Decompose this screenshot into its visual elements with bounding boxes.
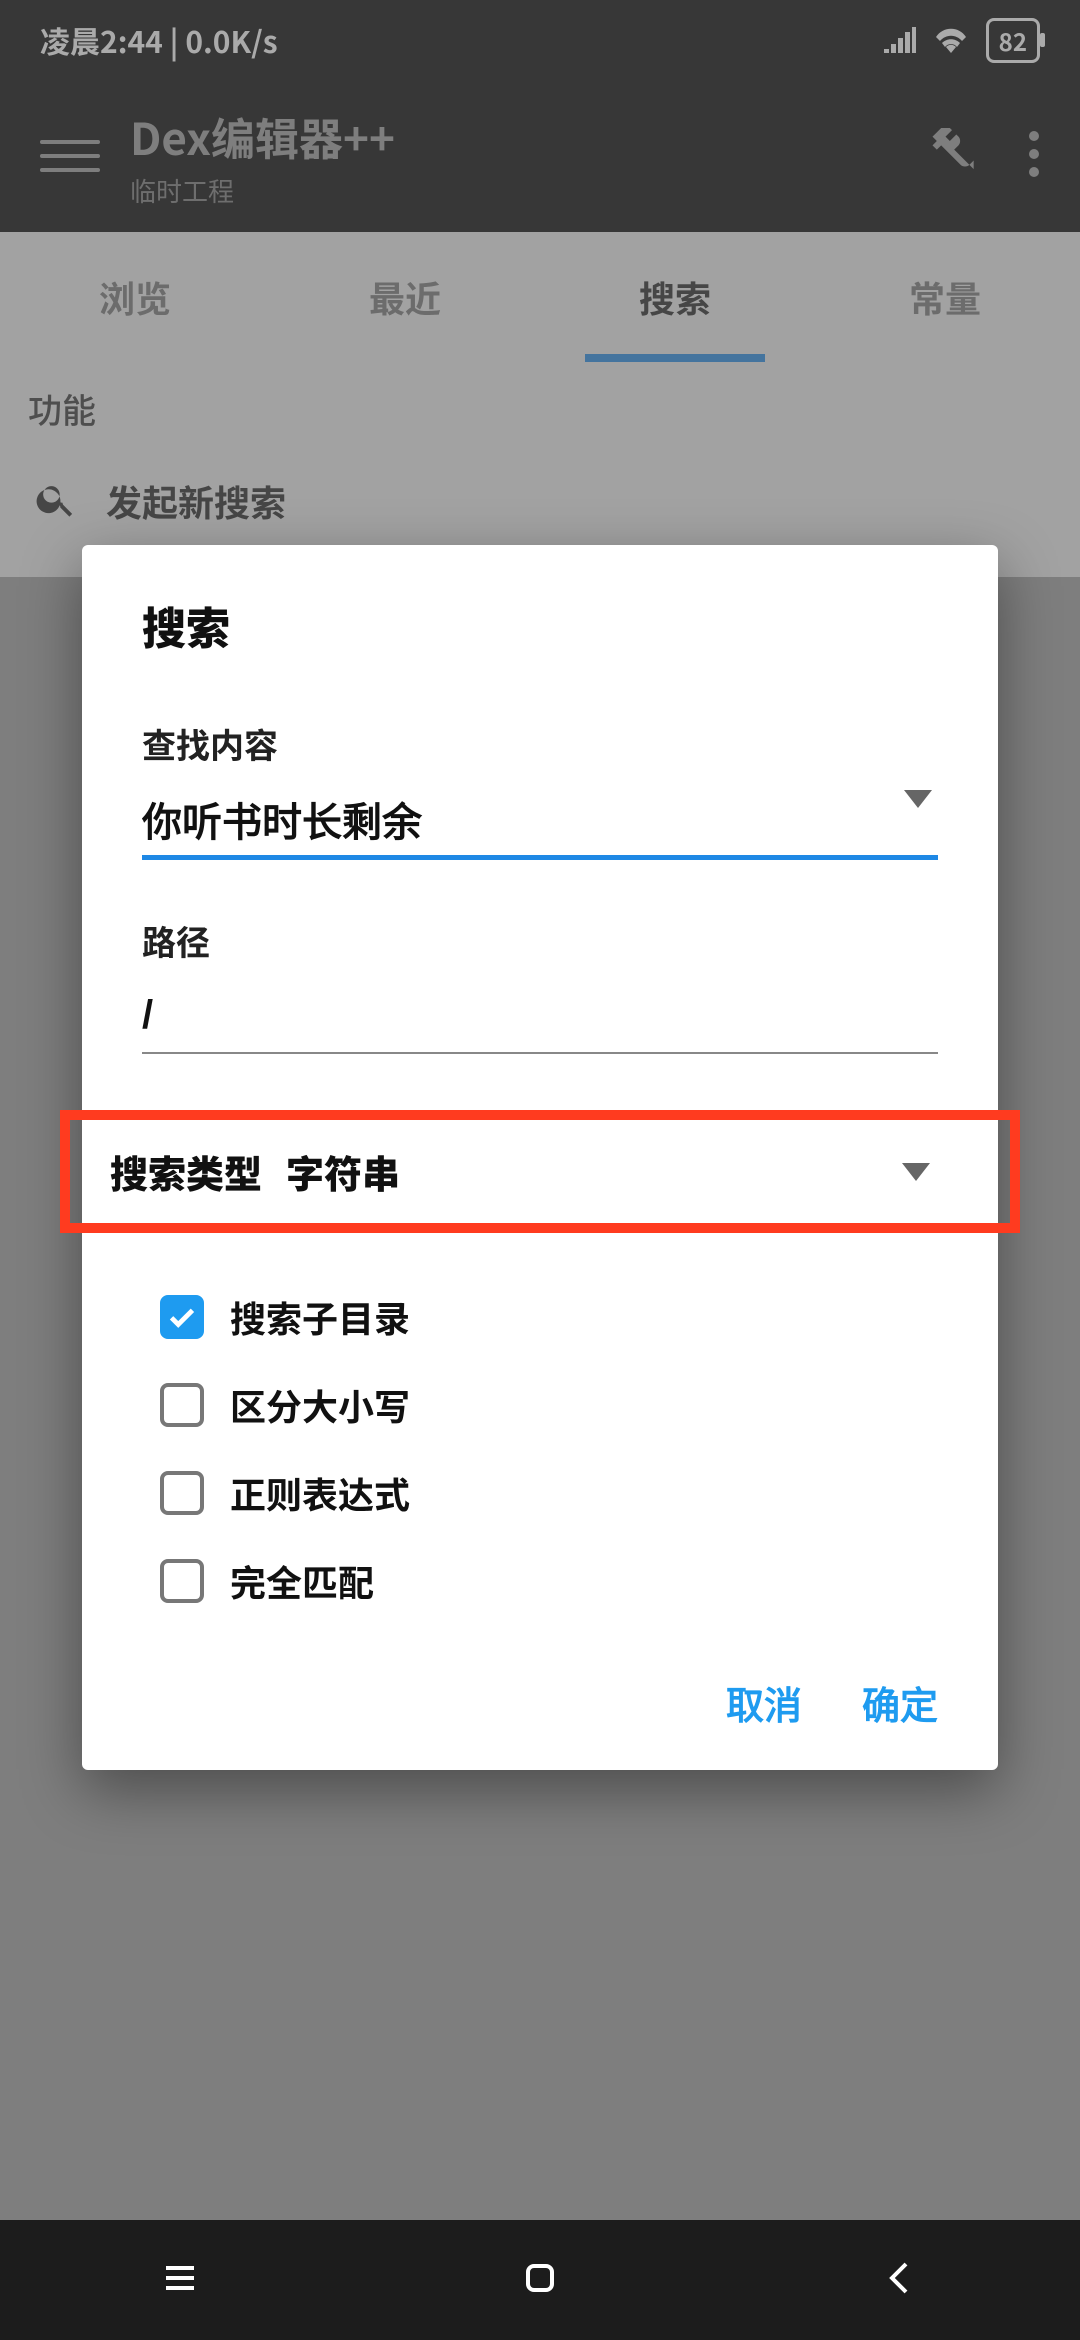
checkbox-icon — [160, 1559, 204, 1603]
check-label: 完全匹配 — [230, 1555, 374, 1607]
dropdown-icon — [902, 1163, 930, 1181]
search-dialog: 搜索 查找内容 路径 搜索类型 字符串 搜索子目录 区分大小写 — [82, 545, 998, 1770]
nav-home-icon[interactable] — [520, 2258, 560, 2303]
checkbox-icon — [160, 1471, 204, 1515]
search-type-label: 搜索类型 — [110, 1144, 262, 1199]
checkbox-icon — [160, 1383, 204, 1427]
cancel-button[interactable]: 取消 — [726, 1675, 802, 1730]
search-type-value: 字符串 — [286, 1144, 400, 1199]
check-label: 正则表达式 — [230, 1467, 410, 1519]
path-label: 路径 — [142, 916, 938, 965]
dropdown-icon[interactable] — [904, 790, 932, 808]
check-regex[interactable]: 正则表达式 — [160, 1449, 920, 1537]
search-type-row[interactable]: 搜索类型 字符串 — [60, 1110, 1020, 1233]
find-label: 查找内容 — [142, 719, 938, 768]
nav-recent-icon[interactable] — [160, 2258, 200, 2303]
check-label: 区分大小写 — [230, 1379, 410, 1431]
nav-bar — [0, 2220, 1080, 2340]
nav-back-icon[interactable] — [880, 2258, 920, 2303]
ok-button[interactable]: 确定 — [862, 1675, 938, 1730]
check-subdir[interactable]: 搜索子目录 — [160, 1273, 920, 1361]
path-input[interactable] — [142, 985, 938, 1054]
check-case[interactable]: 区分大小写 — [160, 1361, 920, 1449]
check-exact[interactable]: 完全匹配 — [160, 1537, 920, 1625]
checkbox-icon — [160, 1295, 204, 1339]
find-input[interactable] — [142, 788, 938, 860]
check-label: 搜索子目录 — [230, 1291, 410, 1343]
dialog-title: 搜索 — [142, 593, 938, 657]
